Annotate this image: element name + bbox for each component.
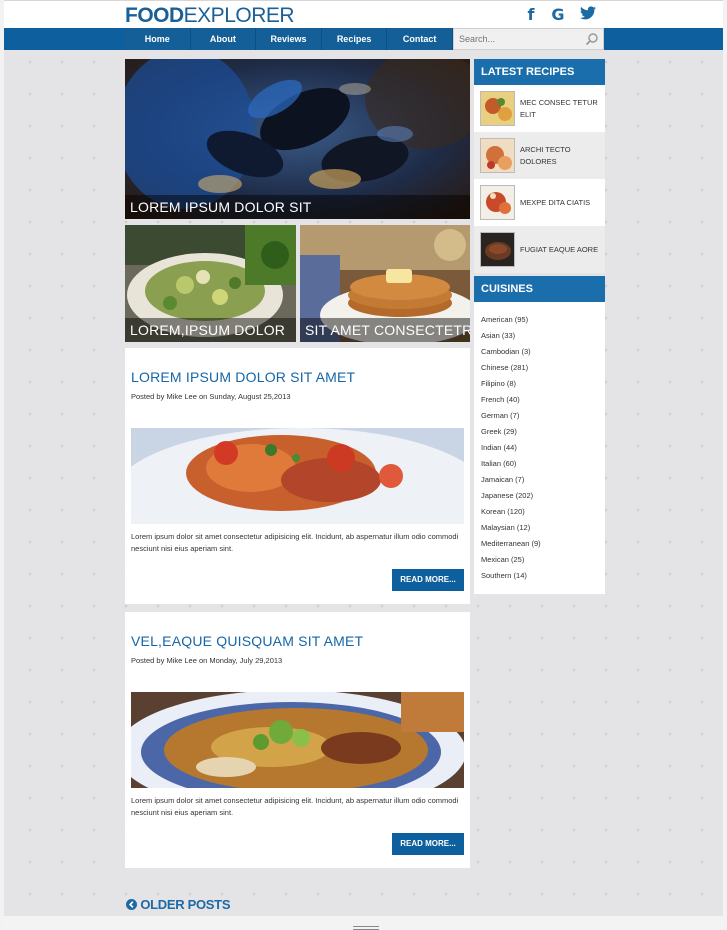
search-input[interactable] xyxy=(454,29,579,49)
recipe-item[interactable]: FUGIAT EAQUE AORE xyxy=(474,226,605,273)
cuisine-link[interactable]: Filipino (8) xyxy=(474,376,605,392)
blog-post: LOREM IPSUM DOLOR SIT AMET Posted by Mik… xyxy=(125,348,470,604)
nav-reviews[interactable]: Reviews xyxy=(256,28,322,50)
cuisine-list: American (95) Asian (33) Cambodian (3) C… xyxy=(474,302,605,594)
recipe-item[interactable]: MEC CONSEC TETUR ELIT xyxy=(474,85,605,132)
nav-recipes[interactable]: Recipes xyxy=(321,28,388,50)
cuisine-link[interactable]: Malaysian (12) xyxy=(474,520,605,536)
cuisine-link[interactable]: Italian (60) xyxy=(474,456,605,472)
recipe-thumbnail[interactable] xyxy=(480,232,515,267)
nav-home[interactable]: Home xyxy=(125,28,191,50)
read-more-button[interactable]: READ MORE... xyxy=(392,569,464,591)
older-posts-label: OLDER POSTS xyxy=(140,897,231,912)
post-excerpt: Lorem ipsum dolor sit amet consectetur a… xyxy=(131,532,459,553)
recipe-thumbnail[interactable] xyxy=(480,138,515,173)
nav-about[interactable]: About xyxy=(190,28,257,50)
cuisine-link[interactable]: Southern (14) xyxy=(474,568,605,584)
cuisine-link[interactable]: Greek (29) xyxy=(474,424,605,440)
search-box xyxy=(453,28,604,50)
cuisine-link[interactable]: Mediterranean (9) xyxy=(474,536,605,552)
cuisine-link[interactable]: Japanese (202) xyxy=(474,488,605,504)
main-nav: Home About Reviews Recipes Contact xyxy=(4,28,723,50)
facebook-icon[interactable]: f xyxy=(522,6,540,24)
cuisines-title: CUISINES xyxy=(474,276,605,302)
blog-post: VEL,EAQUE QUISQUAM SIT AMET Posted by Mi… xyxy=(125,612,470,868)
latest-recipes-widget: LATEST RECIPES MEC CONSEC TETUR ELIT ARC… xyxy=(474,59,605,273)
post-image[interactable] xyxy=(131,428,464,524)
older-posts-link[interactable]: OLDER POSTS xyxy=(126,897,231,912)
recipe-thumbnail[interactable] xyxy=(480,185,515,220)
featured-right-photo[interactable]: SIT AMET CONSECTETRU xyxy=(300,225,470,342)
site-logo[interactable]: FOODEXPLORER xyxy=(125,4,295,27)
recipe-item[interactable]: ARCHI TECTO DOLORES xyxy=(474,132,605,179)
drag-handle-icon[interactable] xyxy=(353,926,379,930)
page: FOODEXPLORER f G Home About Reviews Reci… xyxy=(4,0,723,930)
post-meta: Posted by Mike Lee on Sunday, August 25,… xyxy=(131,392,291,401)
cuisine-link[interactable]: French (40) xyxy=(474,392,605,408)
cuisine-link[interactable]: Korean (120) xyxy=(474,504,605,520)
cuisine-link[interactable]: American (95) xyxy=(474,312,605,328)
post-title[interactable]: VEL,EAQUE QUISQUAM SIT AMET xyxy=(131,633,363,649)
cuisine-link[interactable]: Jamaican (7) xyxy=(474,472,605,488)
featured-left-caption[interactable]: LOREM,IPSUM DOLOR xyxy=(125,318,296,342)
recipe-label[interactable]: FUGIAT EAQUE AORE xyxy=(520,226,602,273)
cuisine-link[interactable]: Chinese (281) xyxy=(474,360,605,376)
nav-contact[interactable]: Contact xyxy=(387,28,453,50)
footer-bar xyxy=(4,916,723,930)
cuisines-widget: CUISINES American (95) Asian (33) Cambod… xyxy=(474,276,605,594)
post-meta: Posted by Mike Lee on Monday, July 29,20… xyxy=(131,656,283,665)
twitter-icon[interactable] xyxy=(579,6,597,24)
cuisine-link[interactable]: Indian (44) xyxy=(474,440,605,456)
featured-right-caption[interactable]: SIT AMET CONSECTETRU xyxy=(300,318,470,342)
cuisine-link[interactable]: Cambodian (3) xyxy=(474,344,605,360)
recipe-label[interactable]: MEC CONSEC TETUR ELIT xyxy=(520,85,602,132)
featured-main-caption[interactable]: LOREM IPSUM DOLOR SIT xyxy=(125,195,470,219)
featured-main-photo[interactable]: LOREM IPSUM DOLOR SIT xyxy=(125,59,470,219)
recipe-label[interactable]: MEXPE DITA CIATIS xyxy=(520,179,602,226)
post-image[interactable] xyxy=(131,692,464,788)
latest-recipes-title: LATEST RECIPES xyxy=(474,59,605,85)
chevron-left-icon xyxy=(126,899,137,910)
post-title[interactable]: LOREM IPSUM DOLOR SIT AMET xyxy=(131,369,355,385)
post-excerpt: Lorem ipsum dolor sit amet consectetur a… xyxy=(131,796,459,817)
google-icon[interactable]: G xyxy=(549,6,567,24)
cuisine-link[interactable]: German (7) xyxy=(474,408,605,424)
logo-bold-text: FOOD xyxy=(125,4,184,27)
cuisine-link[interactable]: Asian (33) xyxy=(474,328,605,344)
featured-left-photo[interactable]: LOREM,IPSUM DOLOR xyxy=(125,225,296,342)
cuisine-link[interactable]: Mexican (25) xyxy=(474,552,605,568)
search-icon[interactable] xyxy=(585,32,599,46)
recipe-label[interactable]: ARCHI TECTO DOLORES xyxy=(520,132,602,179)
site-header: FOODEXPLORER f G xyxy=(4,0,723,28)
recipe-item[interactable]: MEXPE DITA CIATIS xyxy=(474,179,605,226)
logo-light-text: EXPLORER xyxy=(183,4,295,27)
read-more-button[interactable]: READ MORE... xyxy=(392,833,464,855)
recipe-thumbnail[interactable] xyxy=(480,91,515,126)
